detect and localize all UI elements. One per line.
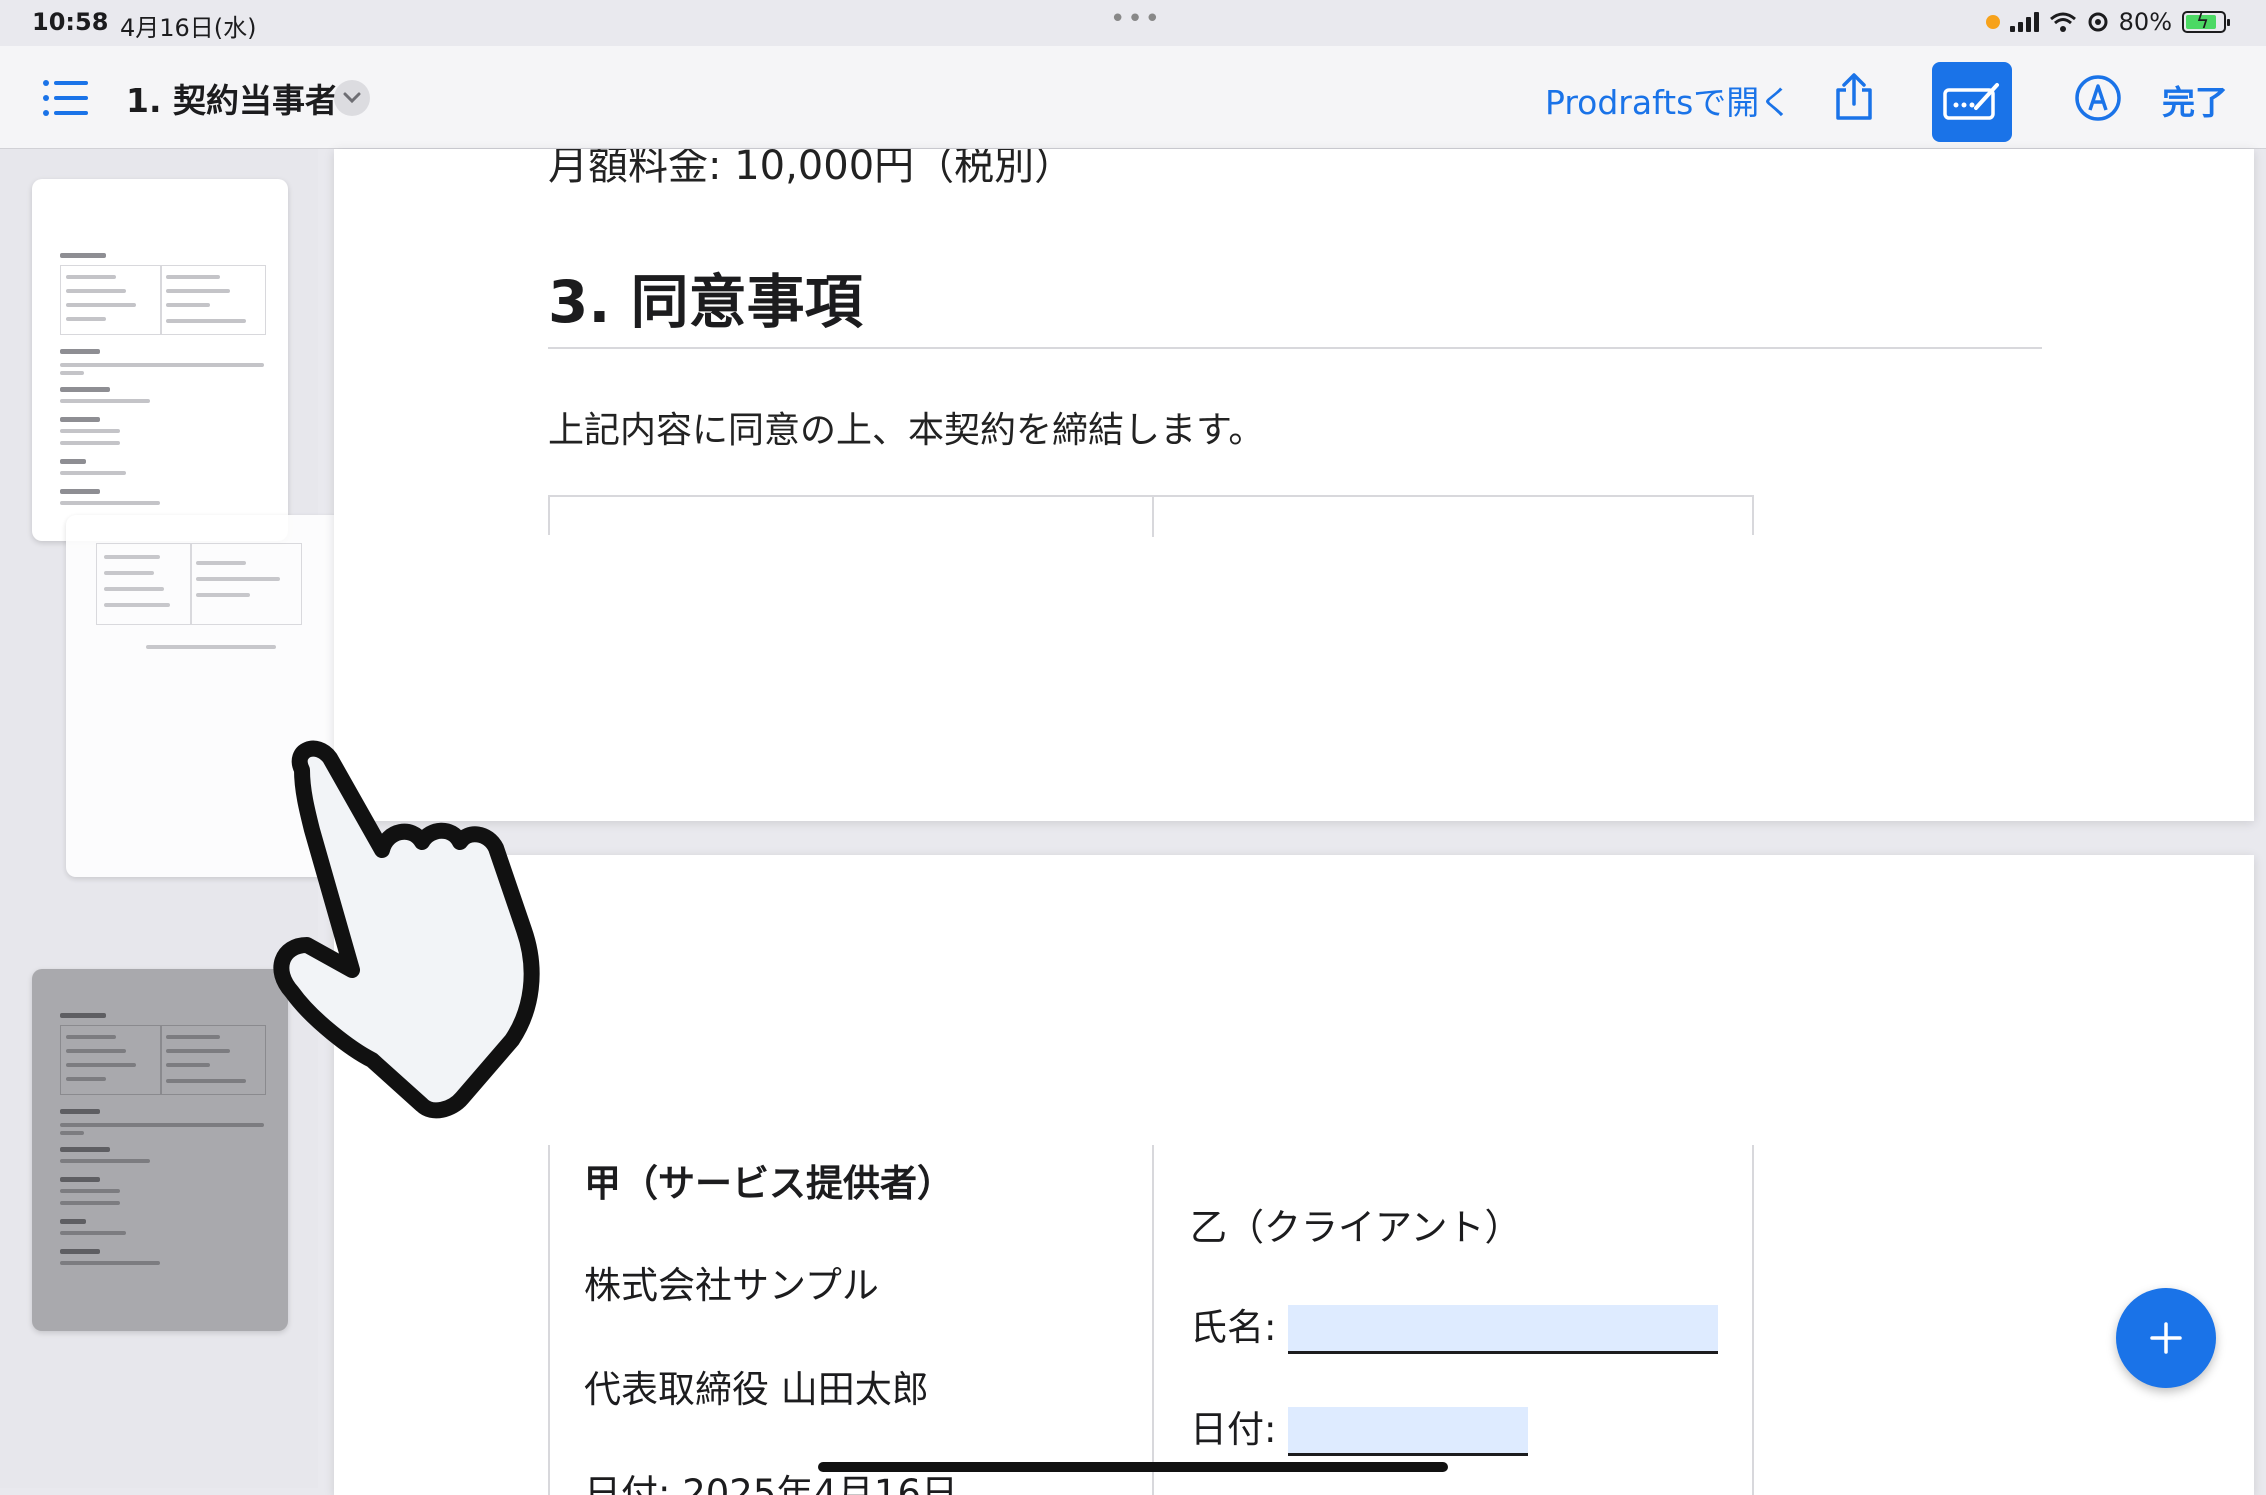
agreement-text: 上記内容に同意の上、本契約を締結します。 [548,410,1265,451]
mic-indicator-icon [1985,15,2000,29]
status-date: 4月16日(水) [120,14,257,42]
signature-table-top [548,495,1754,537]
share-icon[interactable] [1832,72,1876,122]
status-time: 10:58 [32,8,109,36]
party-a-representative: 代表取締役 山田太郎 [584,1368,929,1411]
monthly-fee-text: 月額料金: 10,000円（税別） [548,149,1075,189]
section-heading-agreement: 3. 同意事項 [548,268,863,336]
toolbar: 1. 契約当事者 Prodraftsで開く 完了 [0,46,2266,149]
home-indicator[interactable] [818,1462,1448,1472]
page-thumbnail-1[interactable] [32,179,288,541]
open-in-app-button[interactable]: Prodraftsで開く [1545,76,1792,124]
add-button[interactable] [2116,1288,2216,1388]
plus-icon [2150,1322,2182,1354]
party-b-name-label: 氏名: [1190,1306,1277,1349]
party-b-date-label: 日付: [1190,1408,1277,1451]
battery-icon: ϟ [2182,9,2230,33]
section-divider [548,347,2042,349]
wifi-icon [2049,12,2076,32]
party-b-heading: 乙（クライアント） [1190,1206,1522,1249]
name-input-field[interactable] [1288,1305,1719,1354]
orientation-lock-icon [2088,12,2108,32]
status-bar: 10:58 4月16日(水) ••• 80% ϟ [0,0,2266,46]
pen-circle-icon[interactable] [2074,74,2122,122]
document-page-2: 甲（サービス提供者） 株式会社サンプル 代表取締役 山田太郎 日付: 2025年… [334,855,2254,1495]
status-indicators: 80% ϟ [1985,8,2230,36]
party-a-heading: 甲（サービス提供者） [584,1162,954,1205]
party-b-date-row: 日付: [1190,1399,1529,1456]
done-button[interactable]: 完了 [2162,76,2228,124]
date-input-field[interactable] [1288,1407,1529,1456]
chevron-down-icon [343,92,361,104]
party-b-name-row: 氏名: [1190,1297,1719,1354]
party-a-company: 株式会社サンプル [584,1264,879,1307]
hand-pointer-icon [273,740,540,1119]
document-title[interactable]: 1. 契約当事者 [126,74,338,122]
title-menu-button[interactable] [334,80,370,116]
battery-percent: 80% [2118,8,2172,36]
markup-button[interactable] [1932,62,2012,142]
signal-icon [2009,12,2039,32]
document-page-1: 月額料金: 10,000円（税別） 3. 同意事項 上記内容に同意の上、本契約を… [334,149,2254,821]
markup-icon [1943,83,1999,120]
list-icon[interactable] [42,78,90,118]
multitasking-dots-icon[interactable]: ••• [1110,4,1162,34]
page-thumbnail-3-selected[interactable] [32,969,288,1331]
